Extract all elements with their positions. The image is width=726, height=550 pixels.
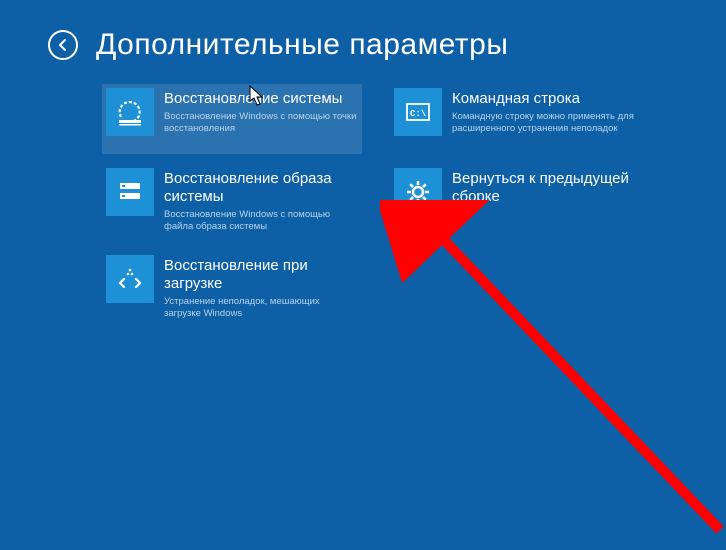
tile-go-back-build[interactable]: Вернуться к предыдущей сборке: [390, 164, 650, 234]
tile-desc: Восстановление Windows с помощью файла о…: [164, 209, 358, 233]
tiles-container: Восстановление системы Восстановление Wi…: [0, 62, 726, 328]
tiles-column-2: C:\ Командная строка Командную строку мо…: [390, 84, 650, 328]
tile-desc: Восстановление Windows с помощью точки в…: [164, 111, 358, 135]
tile-title: Восстановление при загрузке: [164, 257, 358, 293]
tile-title: Восстановление системы: [164, 90, 358, 108]
image-restore-icon: [106, 168, 154, 216]
restore-point-icon: [106, 88, 154, 136]
gear-icon: [394, 168, 442, 216]
svg-text:C:\: C:\: [410, 109, 427, 119]
tile-title: Вернуться к предыдущей сборке: [452, 170, 646, 206]
tile-system-restore[interactable]: Восстановление системы Восстановление Wi…: [102, 84, 362, 154]
tile-title: Командная строка: [452, 90, 646, 108]
tile-desc: Командную строку можно применять для рас…: [452, 111, 646, 135]
tile-desc: Устранение неполадок, мешающих загрузке …: [164, 296, 358, 320]
back-button[interactable]: [48, 30, 78, 60]
arrow-left-icon: [56, 38, 70, 52]
tile-startup-repair[interactable]: Восстановление при загрузке Устранение н…: [102, 251, 362, 328]
page-title: Дополнительные параметры: [96, 28, 508, 62]
tile-image-restore[interactable]: Восстановление образа системы Восстановл…: [102, 164, 362, 241]
startup-repair-icon: [106, 255, 154, 303]
tile-command-prompt[interactable]: C:\ Командная строка Командную строку мо…: [390, 84, 650, 154]
tiles-column-1: Восстановление системы Восстановление Wi…: [102, 84, 362, 328]
cmd-icon: C:\: [394, 88, 442, 136]
tile-title: Восстановление образа системы: [164, 170, 358, 206]
